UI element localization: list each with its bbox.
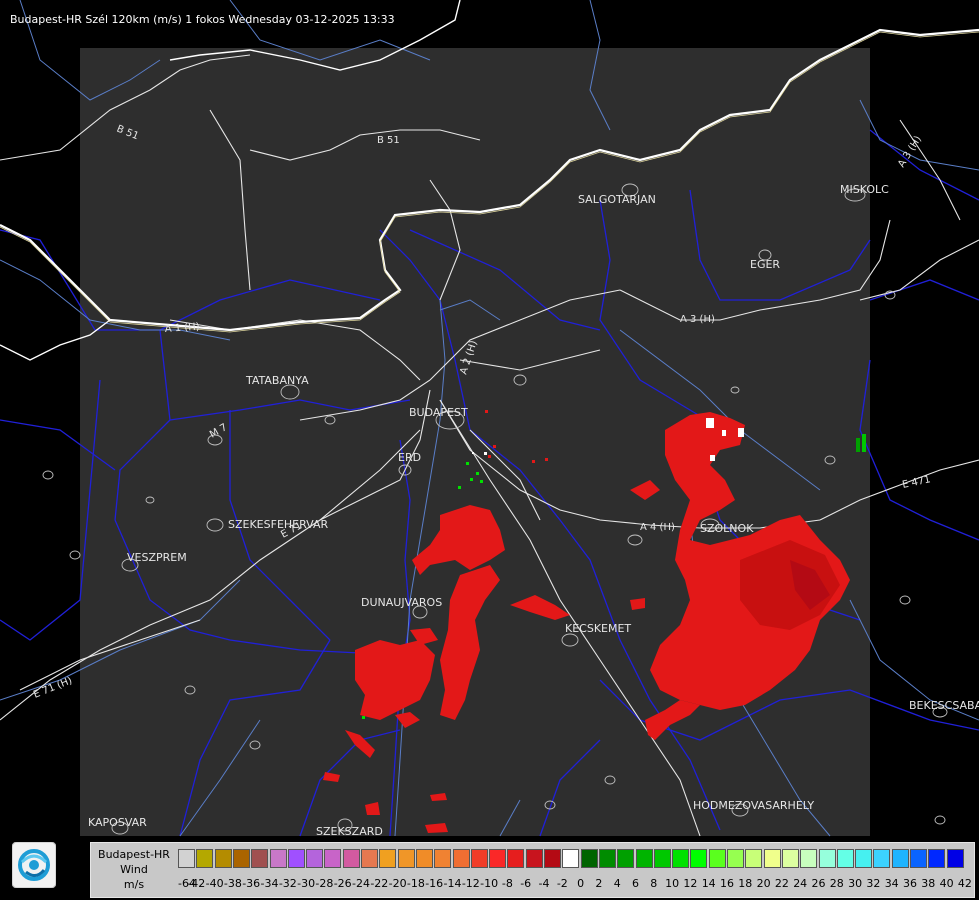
legend-swatch: [672, 849, 690, 868]
legend-swatch: [269, 849, 287, 868]
road-label-a3: A 3 (H): [680, 314, 715, 325]
city-label-szekesfehervar: SZEKESFEHERVAR: [228, 518, 329, 531]
city-label-dunaujvaros: DUNAUJVAROS: [361, 596, 442, 609]
legend-swatch: [580, 849, 598, 868]
city-label-salgotarjan: SALGOTARJAN: [578, 193, 656, 206]
legend-swatch: [470, 849, 488, 868]
legend-swatch: [745, 849, 763, 868]
legend-swatch: [525, 849, 543, 868]
legend-swatch: [598, 849, 616, 868]
legend-swatch: [361, 849, 378, 868]
radar-map: SALGOTARJAN MISKOLC EGER TATABANYA BUDAP…: [0, 0, 979, 838]
legend-swatch: [873, 849, 891, 868]
legend-swatch: [635, 849, 653, 868]
legend-tick: 42: [957, 877, 972, 890]
legend-swatch: [727, 849, 744, 868]
city-label-hodmezovasarhely: HODMEZOVASARHELY: [693, 799, 814, 812]
city-label-bekescsaba: BEKESCSABA: [909, 699, 979, 712]
legend-swatch: [287, 849, 305, 868]
legend-swatch: [928, 849, 946, 868]
legend-swatch: [415, 849, 433, 868]
map-title: Budapest-HR Szél 120km (m/s) 1 fokos Wed…: [10, 13, 395, 26]
wind-legend: Budapest-HR Wind m/s -64 -42 -40 -38 -36 -34-…: [90, 842, 975, 898]
legend-swatch: [836, 849, 854, 868]
road-label-e471: E 471: [901, 474, 931, 491]
road-label-a4: A 4 (H): [640, 522, 675, 533]
city-label-erd: ERD: [398, 451, 421, 464]
legend-swatch: [379, 849, 397, 868]
legend-swatch: [562, 849, 580, 868]
legend-swatch: [178, 849, 195, 868]
legend-swatch: [910, 849, 927, 868]
road-label-e71-sw: E 71 (H): [32, 675, 74, 700]
legend-swatch: [452, 849, 470, 868]
city-label-veszprem: VESZPREM: [127, 551, 187, 564]
radar-map-view: SALGOTARJAN MISKOLC EGER TATABANYA BUDAP…: [0, 0, 979, 900]
legend-swatch: [251, 849, 269, 868]
legend-title: Budapest-HR Wind m/s: [91, 847, 177, 892]
legend-swatch: [855, 849, 873, 868]
legend-swatch: [397, 849, 415, 868]
city-label-budapest: BUDAPEST: [409, 406, 468, 419]
city-label-kecskemet: KECSKEMET: [565, 622, 631, 635]
legend-swatch: [196, 849, 214, 868]
legend-swatch: [800, 849, 818, 868]
legend-swatch: [306, 849, 324, 868]
met-service-logo-icon: [12, 842, 56, 888]
legend-swatch: [946, 849, 964, 868]
legend-title-radar: Budapest-HR: [98, 848, 170, 861]
legend-title-product: Wind: [120, 863, 148, 876]
legend-swatch: [653, 849, 671, 868]
legend-swatch: [781, 849, 799, 868]
legend-swatch: [763, 849, 781, 868]
legend-swatch: [507, 849, 525, 868]
city-label-szolnok: SZOLNOK: [700, 522, 754, 535]
legend-swatch: [489, 849, 507, 868]
legend-swatch: [891, 849, 909, 868]
radar-coverage-area: [80, 48, 870, 836]
road-label-b51-east: B 51: [377, 135, 400, 146]
legend-swatch: [818, 849, 836, 868]
city-label-tatabanya: TATABANYA: [245, 374, 309, 387]
city-label-szekszard: SZEKSZARD: [316, 825, 383, 838]
city-label-miskolc: MISKOLC: [840, 183, 889, 196]
legend-swatch: [544, 849, 561, 868]
legend-swatch: [434, 849, 452, 868]
legend-swatch: [342, 849, 360, 868]
legend-title-unit: m/s: [123, 878, 145, 891]
legend-swatch: [617, 849, 635, 868]
city-label-eger: EGER: [750, 258, 780, 271]
road-label-a3-ne: A 3 (H): [896, 134, 924, 169]
legend-swatch: [690, 849, 708, 868]
legend-swatch: [232, 849, 250, 868]
legend-swatch: [324, 849, 342, 868]
legend-swatch: [214, 849, 232, 868]
legend-swatch: [708, 849, 726, 868]
city-label-kaposvar: KAPOSVAR: [88, 816, 147, 829]
